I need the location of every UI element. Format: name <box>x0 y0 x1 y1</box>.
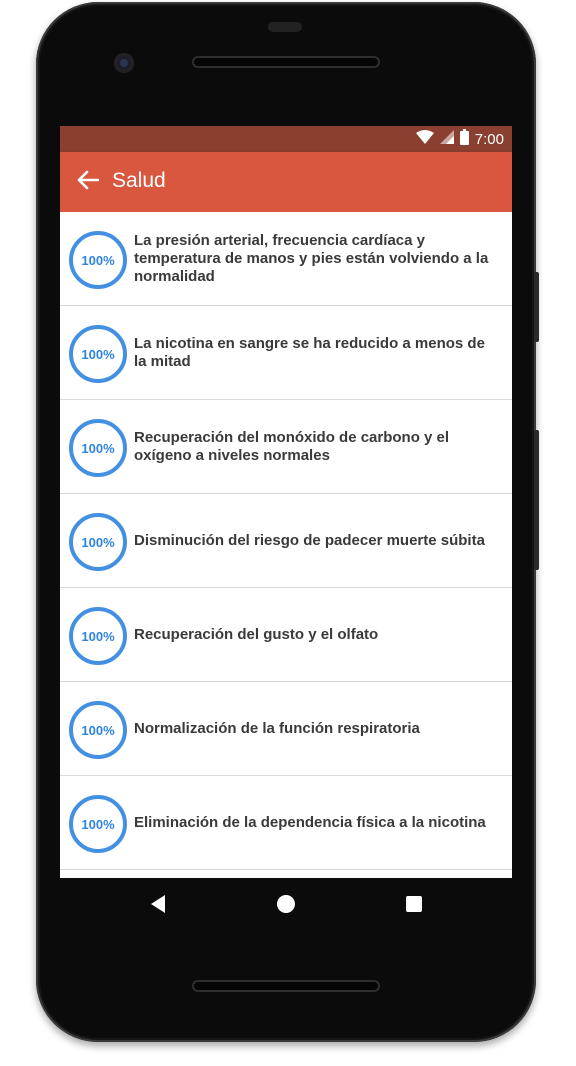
progress-ring: 100% <box>69 419 127 477</box>
milestone-text: La presión arterial, frecuencia cardíaca… <box>134 231 489 285</box>
progress-ring: 100% <box>69 513 127 571</box>
status-time: 7:00 <box>474 130 504 148</box>
progress-label: 100% <box>81 722 115 738</box>
status-bar: 7:00 <box>60 126 512 152</box>
health-milestone-list: 100% La presión arterial, frecuencia car… <box>60 212 512 870</box>
progress-ring: 100% <box>69 231 127 289</box>
milestone-text: La nicotina en sangre se ha reducido a m… <box>134 334 485 370</box>
progress-ring: 100% <box>69 795 127 853</box>
list-item[interactable]: 100% Recuperación del gusto y el olfato <box>60 588 512 682</box>
progress-ring: 100% <box>69 607 127 665</box>
nav-back-button[interactable] <box>144 892 172 920</box>
list-item[interactable]: 100% Normalización de la función respira… <box>60 682 512 776</box>
list-item[interactable]: 100% Recuperación del monóxido de carbon… <box>60 400 512 494</box>
nav-home-button[interactable] <box>272 892 300 920</box>
power-button <box>534 272 539 342</box>
system-nav-bar <box>60 878 512 934</box>
wifi-icon <box>415 129 434 149</box>
back-button[interactable] <box>72 166 104 198</box>
recents-square-icon <box>405 895 423 918</box>
progress-ring: 100% <box>69 701 127 759</box>
home-circle-icon <box>276 894 296 919</box>
back-triangle-icon <box>149 894 167 919</box>
bottom-speaker <box>192 980 380 992</box>
earpiece-speaker <box>192 56 380 68</box>
list-item[interactable]: 100% Eliminación de la dependencia físic… <box>60 776 512 870</box>
top-sensor <box>268 22 302 32</box>
page-title: Salud <box>112 169 166 192</box>
milestone-text: Disminución del riesgo de padecer muerte… <box>134 531 485 549</box>
list-item[interactable]: 100% La nicotina en sangre se ha reducid… <box>60 306 512 400</box>
milestone-text: Recuperación del monóxido de carbono y e… <box>134 428 450 464</box>
progress-label: 100% <box>81 346 115 362</box>
progress-label: 100% <box>81 534 115 550</box>
nav-recents-button[interactable] <box>400 892 428 920</box>
progress-label: 100% <box>81 816 115 832</box>
milestone-text: Normalización de la función respiratoria <box>134 719 420 737</box>
front-camera <box>114 53 134 73</box>
cell-signal-icon <box>439 129 454 149</box>
progress-ring: 100% <box>69 325 127 383</box>
milestone-text: Recuperación del gusto y el olfato <box>134 625 379 643</box>
milestone-text: Eliminación de la dependencia física a l… <box>134 813 486 831</box>
app-bar: Salud <box>60 152 512 212</box>
battery-icon <box>459 128 469 150</box>
list-item[interactable]: 100% Disminución del riesgo de padecer m… <box>60 494 512 588</box>
list-item[interactable]: 100% La presión arterial, frecuencia car… <box>60 212 512 306</box>
arrow-back-icon <box>77 170 100 195</box>
volume-button <box>534 430 539 570</box>
progress-label: 100% <box>81 628 115 644</box>
progress-label: 100% <box>81 252 115 268</box>
progress-label: 100% <box>81 440 115 456</box>
app-screen: 7:00 Salud 100% La presión arterial, fre… <box>60 126 512 878</box>
